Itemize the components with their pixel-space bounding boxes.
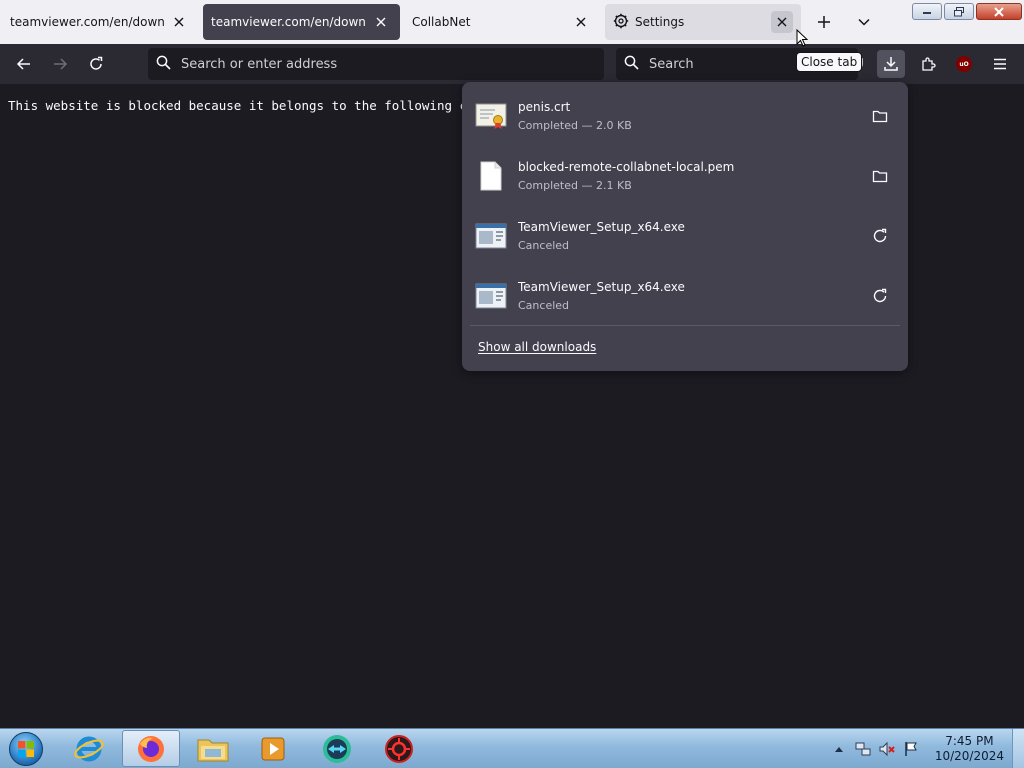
file-explorer-icon[interactable] [184,730,242,767]
download-filename: blocked-remote-collabnet-local.pem [518,160,735,174]
app-icon[interactable] [370,730,428,767]
show-in-folder-button[interactable] [864,100,896,132]
puzzle-icon [922,57,936,71]
tab-title: Settings [635,15,685,29]
clock[interactable]: 7:45 PM 10/20/2024 [935,734,1004,764]
search-input[interactable] [649,56,809,72]
download-status: Canceled [518,239,570,252]
close-icon[interactable] [570,11,592,33]
show-all-downloads-link[interactable]: Show all downloads [478,340,596,354]
ublock-origin-button[interactable]: uO [950,50,978,78]
start-button[interactable] [6,730,46,768]
download-filename: TeamViewer_Setup_x64.exe [518,220,685,234]
teamviewer-icon[interactable] [308,730,366,767]
firefox-icon[interactable] [122,730,180,767]
menu-button[interactable] [986,50,1014,78]
folder-icon [872,110,888,123]
tab-strip: teamviewer.com/en/download teamviewer.co… [0,0,1024,44]
tab-settings[interactable]: Settings [605,4,801,40]
url-input[interactable] [181,56,561,72]
tab-collabnet[interactable]: CollabNet [404,4,600,40]
download-icon [884,57,898,71]
downloads-button[interactable] [877,50,905,78]
download-status: Completed — 2.0 KB [518,119,632,132]
hamburger-menu-icon [994,58,1006,70]
network-icon[interactable] [854,740,872,758]
divider [470,325,900,326]
close-tab-button[interactable] [771,11,793,33]
list-tabs-button[interactable] [850,8,878,36]
download-filename: penis.crt [518,100,571,114]
address-bar[interactable] [148,48,604,80]
close-icon[interactable] [168,11,190,33]
downloads-panel: penis.crt Completed — 2.0 KB blocked-rem… [462,82,908,371]
clock-time: 7:45 PM [945,734,994,748]
chevron-up-icon[interactable] [830,740,848,758]
blocked-message: This website is blocked because it belon… [8,98,498,113]
download-item[interactable]: TeamViewer_Setup_x64.exe Canceled [470,268,900,324]
tab-title: CollabNet [412,15,471,29]
close-icon[interactable] [370,11,392,33]
download-item[interactable]: penis.crt Completed — 2.0 KB [470,88,900,144]
close-tab-tooltip: Close tab [796,52,863,72]
download-filename: TeamViewer_Setup_x64.exe [518,280,685,294]
tab-teamviewer-2[interactable]: teamviewer.com/en/download [203,4,400,40]
show-desktop-button[interactable] [1012,729,1024,768]
tab-teamviewer-1[interactable]: teamviewer.com/en/download [2,4,198,40]
plus-icon [818,16,830,28]
action-center-flag-icon[interactable] [902,740,920,758]
ublock-icon: uO [956,56,972,72]
retry-download-button[interactable] [864,280,896,312]
system-tray: 7:45 PM 10/20/2024 [827,729,1024,768]
media-player-icon[interactable] [244,730,302,767]
download-status: Canceled [518,299,570,312]
file-icon [474,159,508,193]
mouse-cursor-icon [796,29,808,47]
retry-download-button[interactable] [864,220,896,252]
tab-title: teamviewer.com/en/download [10,15,164,29]
gear-icon [613,13,629,32]
window-controls [912,3,1022,20]
chevron-down-icon [858,18,870,26]
forward-button[interactable] [46,50,74,78]
volume-muted-icon[interactable] [878,740,896,758]
extensions-button[interactable] [914,50,942,78]
internet-explorer-icon[interactable] [60,730,118,767]
certificate-file-icon [474,99,508,133]
tab-title: teamviewer.com/en/download [211,15,366,29]
retry-icon [873,288,887,303]
navigation-toolbar: uO [0,44,1024,84]
download-item[interactable]: TeamViewer_Setup_x64.exe Canceled [470,208,900,264]
restore-button[interactable] [944,3,974,20]
exe-file-icon [474,279,508,313]
folder-icon [872,170,888,183]
retry-icon [873,228,887,243]
show-in-folder-button[interactable] [864,160,896,192]
back-button[interactable] [10,50,38,78]
exe-file-icon [474,219,508,253]
search-icon [624,55,639,73]
new-tab-button[interactable] [810,8,838,36]
download-item[interactable]: blocked-remote-collabnet-local.pem Compl… [470,148,900,204]
clock-date: 10/20/2024 [934,749,1004,763]
taskbar: 7:45 PM 10/20/2024 [0,728,1024,768]
reload-button[interactable] [82,50,110,78]
windows-logo-icon [9,732,43,766]
minimize-button[interactable] [912,3,942,20]
search-icon [156,55,171,73]
download-status: Completed — 2.1 KB [518,179,632,192]
arrow-left-icon [16,58,30,70]
reload-icon [90,56,103,70]
arrow-right-icon [54,58,68,70]
window-close-button[interactable] [976,3,1022,20]
